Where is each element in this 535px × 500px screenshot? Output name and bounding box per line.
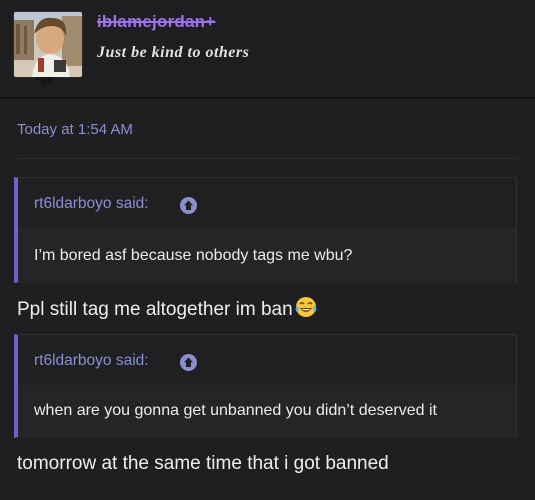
message-text: tomorrow at the same time that i got ban…	[17, 453, 389, 474]
timestamp-divider	[17, 158, 517, 159]
quote-text: I’m bored asf because nobody tags me wbu…	[34, 247, 353, 264]
post-timestamp[interactable]: Today at 1:54 AM	[17, 121, 133, 138]
quote-block: rt6ldarboyo said: I’m bored asf because …	[14, 177, 517, 283]
quote-author[interactable]: rt6ldarboyo said:	[34, 195, 149, 213]
arrow-up-icon[interactable]	[180, 354, 197, 371]
tears-of-joy-emoji	[294, 295, 318, 325]
avatar-photo	[14, 12, 82, 77]
user-title: Just be kind to others	[97, 44, 250, 61]
post-header: iblamejordan+ Just be kind to others	[0, 0, 535, 95]
message-text: Ppl still tag me altogether im ban	[17, 299, 293, 320]
quote-block: rt6ldarboyo said: when are you gonna get…	[14, 334, 517, 438]
quote-body: when are you gonna get unbanned you didn…	[18, 386, 516, 438]
avatar-pointer	[35, 77, 55, 87]
quote-text: when are you gonna get unbanned you didn…	[34, 402, 437, 419]
quote-header[interactable]: rt6ldarboyo said:	[18, 178, 516, 229]
quote-author[interactable]: rt6ldarboyo said:	[34, 352, 149, 370]
arrow-up-icon[interactable]	[180, 197, 197, 214]
user-avatar[interactable]	[13, 11, 83, 78]
quote-body: I’m bored asf because nobody tags me wbu…	[18, 229, 516, 283]
username[interactable]: iblamejordan+	[97, 12, 215, 32]
message: Ppl still tag me altogether im ban	[17, 295, 318, 325]
quote-header[interactable]: rt6ldarboyo said:	[18, 335, 516, 386]
header-divider	[0, 97, 535, 99]
message: tomorrow at the same time that i got ban…	[17, 453, 389, 475]
